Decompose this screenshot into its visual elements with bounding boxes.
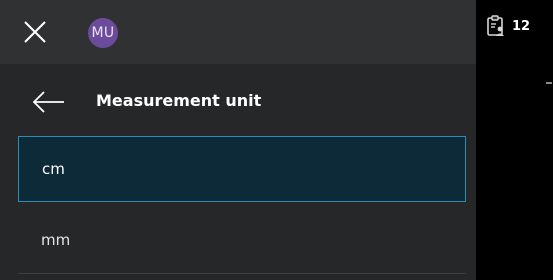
unit-option-label: cm	[42, 160, 65, 178]
list-divider	[18, 273, 466, 274]
unit-option-cm[interactable]: cm	[18, 136, 466, 202]
unit-settings-panel: MU Measurement unit cm mm	[0, 0, 476, 280]
back-button[interactable]	[30, 87, 68, 117]
unit-option-label: mm	[41, 231, 71, 249]
close-button[interactable]	[20, 17, 50, 47]
close-icon	[24, 21, 46, 43]
arrow-left-icon	[32, 91, 64, 113]
scroll-indicator	[546, 82, 552, 84]
app-root: MU Measurement unit cm mm 12	[0, 0, 553, 280]
clipboard-count-badge[interactable]: 12	[486, 13, 530, 39]
panel-topbar: MU	[0, 0, 476, 64]
unit-option-mm[interactable]: mm	[18, 207, 466, 273]
user-avatar[interactable]: MU	[88, 18, 118, 48]
page-title: Measurement unit	[96, 91, 262, 110]
avatar-initials: MU	[91, 25, 115, 41]
clipboard-count: 12	[512, 18, 531, 34]
clipboard-person-icon	[487, 15, 504, 36]
